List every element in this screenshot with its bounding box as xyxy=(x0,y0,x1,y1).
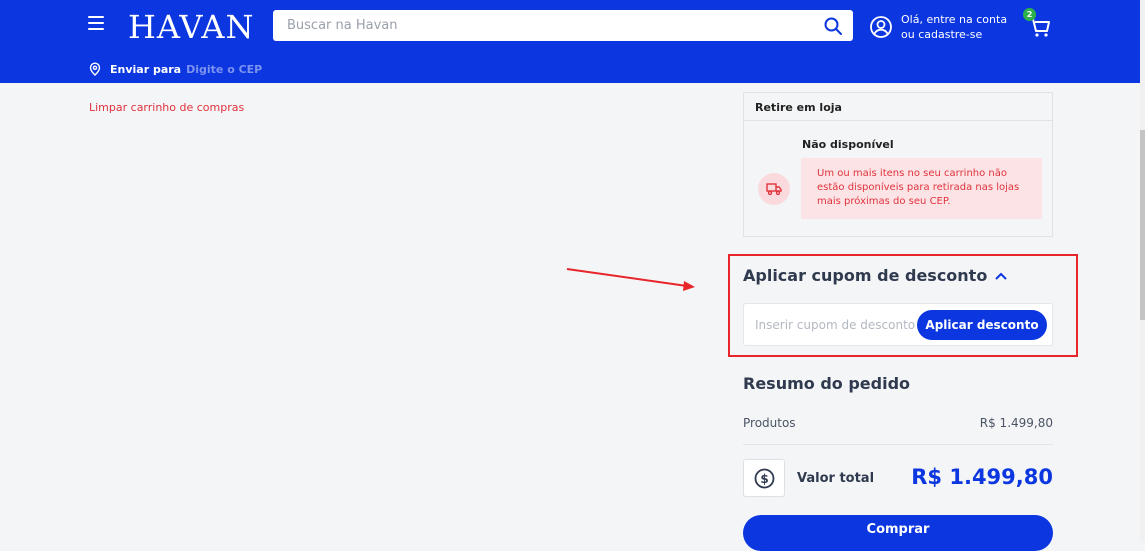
search-icon[interactable] xyxy=(823,16,843,36)
account-signup: ou cadastre-se xyxy=(901,28,983,41)
products-value: R$ 1.499,80 xyxy=(979,416,1053,430)
account-link[interactable]: Olá, entre na conta ou cadastre-se xyxy=(869,12,1007,42)
cart-count-badge: 2 xyxy=(1023,8,1036,21)
total-value: R$ 1.499,80 xyxy=(911,465,1053,489)
menu-icon[interactable] xyxy=(88,16,104,30)
coupon-input[interactable] xyxy=(744,304,924,345)
store-pickup-title: Retire em loja xyxy=(744,93,1052,121)
chevron-up-icon xyxy=(995,272,1008,280)
cart-button[interactable]: 2 xyxy=(1023,8,1053,40)
top-header: HAVAN Olá, entre na conta ou cadastre-se… xyxy=(0,0,1140,83)
total-label: Valor total xyxy=(797,471,875,486)
cep-placeholder[interactable]: Digite o CEP xyxy=(186,63,262,76)
annotation-arrow xyxy=(566,268,695,291)
havan-logo[interactable]: HAVAN xyxy=(128,8,254,46)
search-input[interactable] xyxy=(273,10,813,41)
truck-icon xyxy=(766,183,782,196)
coupon-section-toggle[interactable]: Aplicar cupom de desconto xyxy=(743,266,1008,285)
summary-divider xyxy=(743,444,1053,445)
store-pickup-panel: Retire em loja Não disponível Um ou mais… xyxy=(743,92,1053,237)
order-summary-title: Resumo do pedido xyxy=(743,374,911,393)
truck-icon-badge xyxy=(758,173,790,205)
total-row: $ Valor total R$ 1.499,80 xyxy=(743,459,1053,497)
products-row: Produtos R$ 1.499,80 xyxy=(743,416,1053,430)
coupon-form: Aplicar desconto xyxy=(743,303,1053,346)
account-greeting: Olá, entre na conta xyxy=(901,13,1008,26)
coupon-title: Aplicar cupom de desconto xyxy=(743,266,988,285)
scrollbar-thumb[interactable] xyxy=(1140,130,1145,320)
clear-cart-link[interactable]: Limpar carrinho de compras xyxy=(89,101,244,114)
svg-text:$: $ xyxy=(760,472,768,486)
ship-to[interactable]: Enviar para Digite o CEP xyxy=(88,62,262,76)
ship-to-label: Enviar para xyxy=(110,62,182,76)
dollar-icon: $ xyxy=(754,468,775,489)
products-label: Produtos xyxy=(743,416,796,430)
buy-button[interactable]: Comprar xyxy=(743,515,1053,551)
dollar-icon-box: $ xyxy=(743,459,785,497)
location-pin-icon xyxy=(89,62,101,76)
user-icon xyxy=(870,16,892,38)
pickup-status: Não disponível xyxy=(802,138,894,151)
pickup-warning-message: Um ou mais itens no seu carrinho não est… xyxy=(801,158,1042,219)
apply-discount-button[interactable]: Aplicar desconto xyxy=(917,310,1047,340)
scrollbar[interactable] xyxy=(1140,0,1145,541)
search-bar xyxy=(273,10,853,41)
